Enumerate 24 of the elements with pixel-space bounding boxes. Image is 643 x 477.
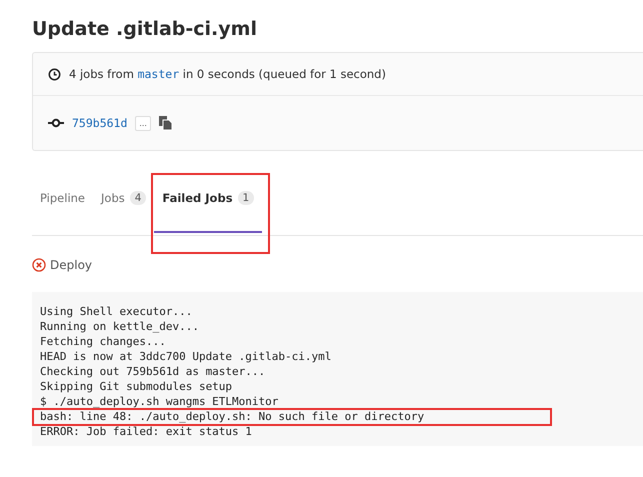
copy-icon[interactable] — [158, 116, 172, 130]
jobs-summary: 4 jobs from master in 0 seconds (queued for 1 second) — [69, 67, 386, 81]
commit-icon — [48, 118, 64, 128]
count-badge: 4 — [130, 191, 146, 205]
log-line: Skipping Git submodules setup — [40, 380, 232, 393]
log-line: Running on kettle_dev... — [40, 320, 199, 333]
branch-link[interactable]: master — [138, 67, 180, 81]
log-line: $ ./auto_deploy.sh wangms ETLMonitor — [40, 395, 278, 408]
job-link[interactable]: Deploy — [50, 258, 92, 272]
failed-status-icon — [32, 258, 46, 272]
tab[interactable]: Pipeline — [32, 165, 94, 233]
log-line: Fetching changes... — [40, 335, 166, 348]
tab[interactable]: Jobs 4 — [93, 165, 154, 233]
clock-icon — [48, 68, 61, 80]
log-line: bash: line 48: ./auto_deploy.sh: No such file or directory — [40, 410, 424, 423]
log-line: Checking out 759b561d as master... — [40, 365, 266, 378]
page-title: Update .gitlab-ci.yml — [32, 18, 257, 40]
expand-button[interactable]: ... — [135, 116, 151, 130]
log-line: Using Shell executor... — [40, 305, 192, 318]
tab[interactable]: Failed Jobs 1 — [154, 165, 262, 233]
log-line: HEAD is now at 3ddc700 Update .gitlab-ci.yml — [40, 350, 332, 363]
commit-link[interactable]: 759b561d — [72, 116, 128, 130]
count-badge: 1 — [238, 191, 254, 205]
log-line: ERROR: Job failed: exit status 1 — [40, 425, 252, 438]
